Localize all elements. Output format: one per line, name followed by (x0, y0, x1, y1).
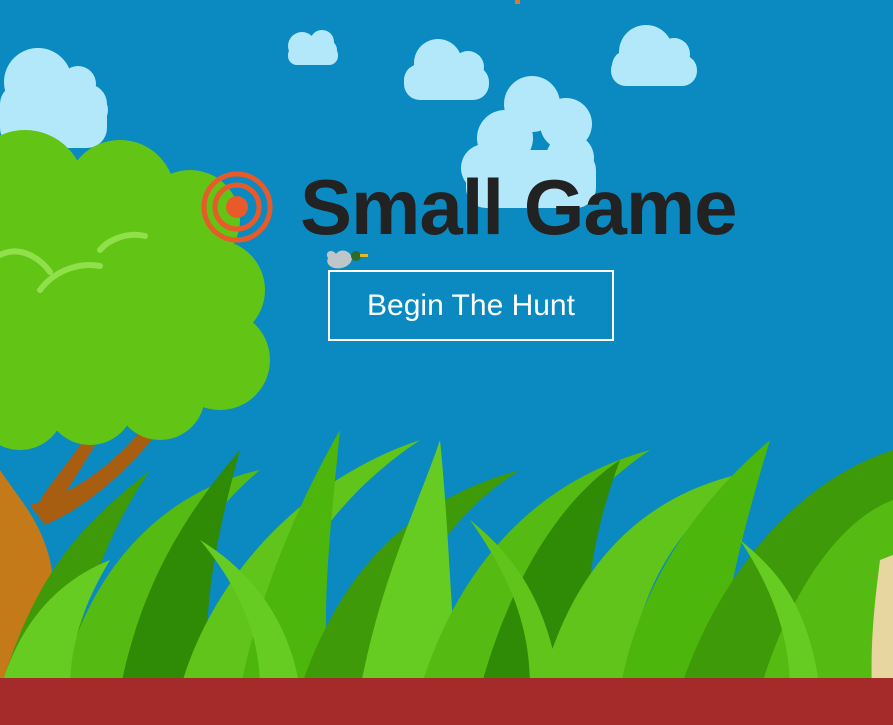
game-scene (0, 0, 893, 725)
ground-strip (0, 678, 893, 725)
game-header: Small Game (200, 162, 738, 252)
target-icon (201, 171, 273, 243)
cloud (288, 30, 338, 65)
falling-speck (515, 0, 520, 4)
game-title: Small Game (300, 163, 738, 251)
begin-hunt-button[interactable]: Begin The Hunt (328, 270, 614, 341)
